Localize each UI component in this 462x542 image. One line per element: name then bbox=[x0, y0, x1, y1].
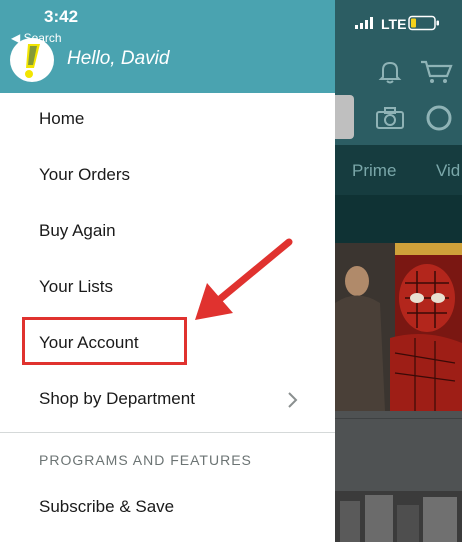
background-app: Prime Vid bbox=[335, 0, 462, 542]
user-greeting: Hello, David bbox=[67, 48, 170, 69]
tab-video[interactable]: Vid bbox=[436, 161, 460, 181]
movie-banner-image bbox=[335, 243, 462, 411]
highlight-box bbox=[22, 317, 187, 365]
alexa-icon[interactable] bbox=[425, 103, 453, 133]
section-divider bbox=[0, 432, 335, 433]
background-image-bottom bbox=[335, 491, 462, 542]
background-search-bar bbox=[335, 93, 462, 145]
search-box[interactable] bbox=[335, 95, 354, 139]
menu-item-your-orders[interactable]: Your Orders bbox=[0, 147, 335, 203]
carrier-label: LTE bbox=[381, 16, 407, 32]
chevron-right-icon bbox=[288, 392, 298, 408]
cart-icon[interactable] bbox=[419, 58, 453, 84]
menu-item-label: Shop by Department bbox=[39, 389, 195, 408]
background-banner bbox=[335, 195, 462, 243]
battery-icon bbox=[408, 15, 439, 31]
menu-item-shop-by-department[interactable]: Shop by Department bbox=[0, 371, 335, 427]
menu-item-subscribe-and-save[interactable]: Subscribe & Save bbox=[0, 479, 335, 535]
menu-item-label: Home bbox=[39, 109, 85, 128]
background-tabs: Prime Vid bbox=[335, 145, 462, 195]
menu-item-label: Buy Again bbox=[39, 221, 116, 240]
menu-item-label: Subscribe & Save bbox=[39, 497, 175, 516]
drawer-header: 3:42 ◀ Search Hello, David bbox=[0, 0, 335, 93]
menu-item-home[interactable]: Home bbox=[0, 91, 335, 147]
menu-item-label: Your Lists bbox=[39, 277, 114, 296]
menu-item-buy-again[interactable]: Buy Again bbox=[0, 203, 335, 259]
section-title-programs: PROGRAMS AND FEATURES bbox=[39, 452, 252, 468]
signal-bars-icon bbox=[355, 17, 373, 29]
navigation-drawer: 3:42 ◀ Search Hello, David Home Your Ord… bbox=[0, 0, 335, 542]
tab-prime[interactable]: Prime bbox=[352, 161, 396, 181]
background-header bbox=[335, 0, 462, 93]
background-card bbox=[335, 411, 462, 491]
app-logo-icon bbox=[10, 38, 54, 82]
menu-item-your-lists[interactable]: Your Lists bbox=[0, 259, 335, 315]
background-card-divider bbox=[335, 418, 462, 419]
menu-item-label: Your Orders bbox=[39, 165, 131, 184]
camera-icon[interactable] bbox=[375, 106, 405, 130]
bell-icon[interactable] bbox=[377, 58, 403, 84]
status-time: 3:42 bbox=[44, 7, 79, 26]
